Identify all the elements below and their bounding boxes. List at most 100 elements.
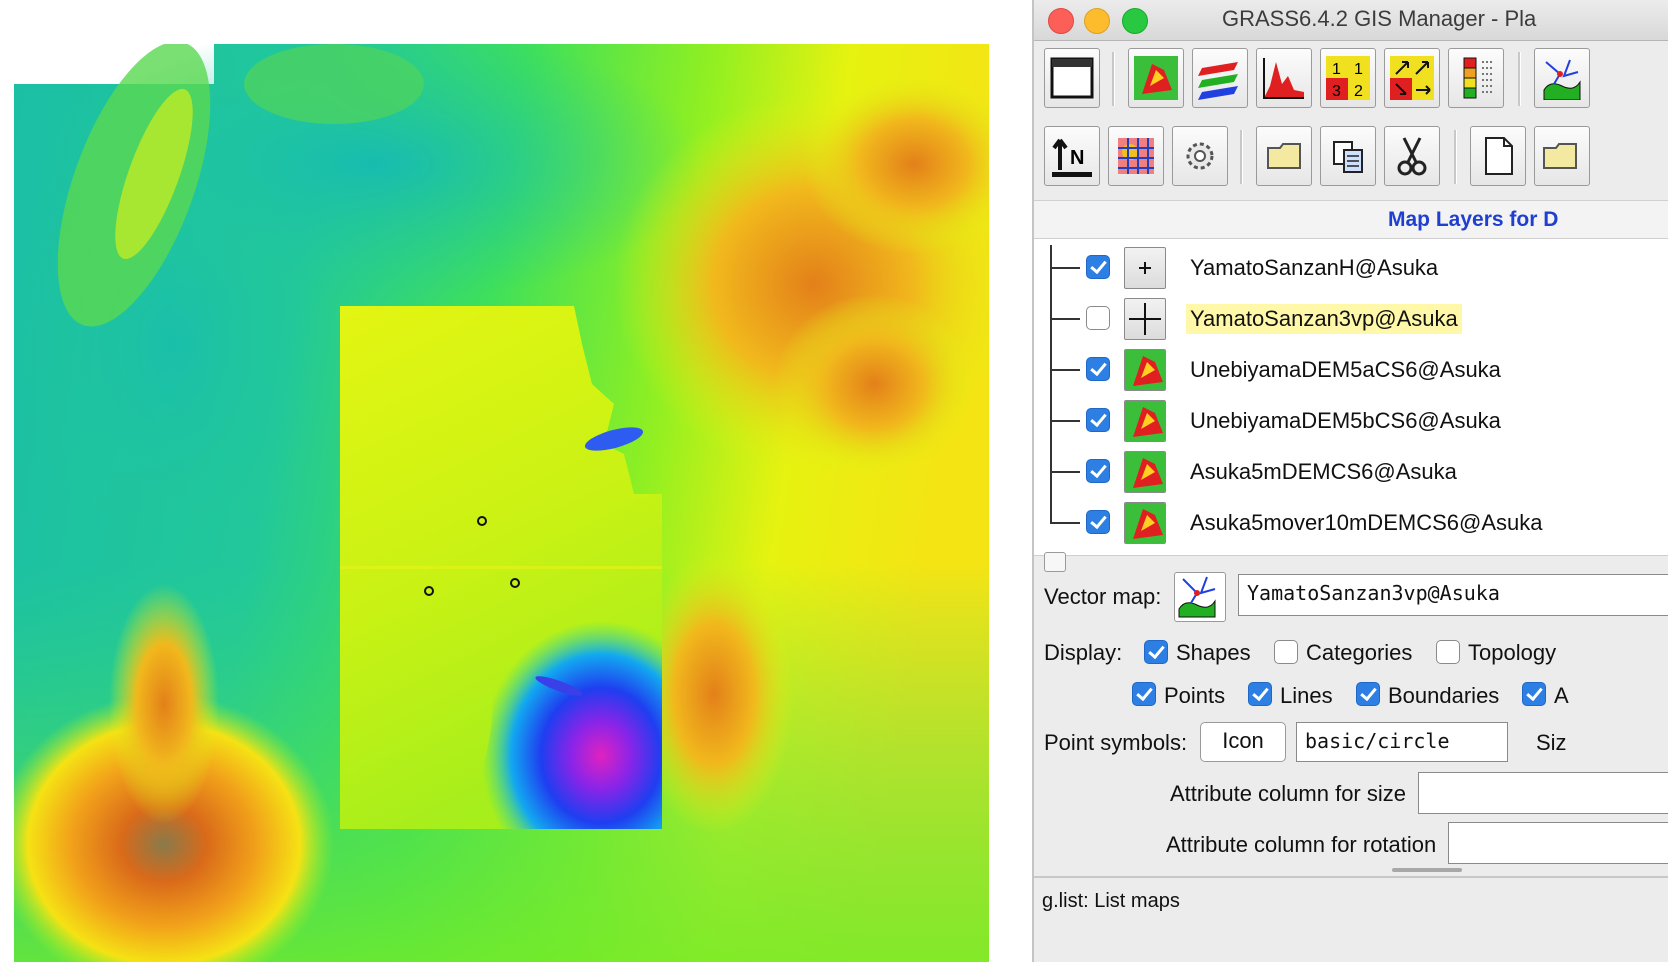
layer-visibility-checkbox[interactable]: [1086, 255, 1110, 279]
vector-cross-icon: [1124, 298, 1166, 340]
size-label: Siz: [1536, 730, 1567, 755]
lines-label: Lines: [1280, 683, 1333, 708]
icon-button[interactable]: Icon: [1200, 722, 1286, 762]
layer-visibility-checkbox[interactable]: [1086, 408, 1110, 432]
grid-icon: [1118, 138, 1154, 174]
legend-numbers-icon: 1 1 3 2: [1326, 56, 1370, 100]
open-folder-icon: [1267, 143, 1301, 169]
topology-checkbox[interactable]: [1436, 640, 1460, 664]
raster-layer-icon: [1124, 502, 1166, 544]
attr-rotation-label: Attribute column for rotation: [1166, 832, 1437, 857]
pane-resize-handle[interactable]: [1392, 868, 1462, 872]
layer-row[interactable]: Asuka5mDEMCS6@Asuka: [1034, 447, 1668, 497]
gear-icon: [1186, 142, 1214, 170]
points-label: Points: [1164, 683, 1226, 708]
settings-button[interactable]: [1172, 126, 1228, 186]
layer-visibility-checkbox[interactable]: [1086, 357, 1110, 381]
layer-name: Asuka5mover10mDEMCS6@Asuka: [1190, 510, 1543, 535]
status-text: g.list: List maps: [1042, 890, 1180, 912]
close-window-button[interactable]: [1048, 8, 1074, 34]
add-vector-button[interactable]: [1534, 48, 1590, 108]
vector-properties-panel: Vector map: YamatoSanzan3vp@Asuka Displa…: [1034, 566, 1668, 876]
svg-text:1: 1: [1354, 61, 1363, 78]
minimize-window-button[interactable]: [1084, 8, 1110, 34]
topology-label: Topology: [1468, 640, 1557, 665]
add-raster-layers-button[interactable]: [1192, 48, 1248, 108]
layer-name: Asuka5mDEMCS6@Asuka: [1190, 459, 1457, 484]
legend-bar-icon: [1463, 57, 1492, 99]
title-bar[interactable]: GRASS6.4.2 GIS Manager - Pla: [1034, 0, 1668, 41]
add-raster-layers-icon: [1198, 62, 1238, 100]
legend-bar-button[interactable]: [1448, 48, 1504, 108]
add-vector-icon: [1543, 59, 1581, 100]
layer-name: UnebiyamaDEM5aCS6@Asuka: [1190, 357, 1501, 382]
toolbar-bottom: N: [1034, 120, 1668, 198]
points-checkbox[interactable]: [1132, 682, 1156, 706]
attr-size-label: Attribute column for size: [1170, 781, 1406, 806]
new-display-icon: [1050, 57, 1094, 99]
svg-text:2: 2: [1354, 83, 1363, 100]
layer-row[interactable]: UnebiyamaDEM5bCS6@Asuka: [1034, 396, 1668, 446]
layer-row[interactable]: YamatoSanzanH@Asuka: [1034, 243, 1668, 293]
layer-row[interactable]: UnebiyamaDEM5aCS6@Asuka: [1034, 345, 1668, 395]
point-symbol-input[interactable]: basic/circle: [1296, 722, 1508, 762]
shapes-label: Shapes: [1176, 640, 1251, 665]
boundaries-label: Boundaries: [1388, 683, 1500, 708]
categories-checkbox[interactable]: [1274, 640, 1298, 664]
vector-map-input[interactable]: YamatoSanzan3vp@Asuka: [1238, 574, 1668, 616]
lines-checkbox[interactable]: [1248, 682, 1272, 706]
layer-name-selected: YamatoSanzan3vp@Asuka: [1186, 304, 1462, 334]
layer-tree[interactable]: YamatoSanzanH@Asuka YamatoSanzan3vp@Asuk…: [1034, 238, 1668, 556]
zoom-window-button[interactable]: [1122, 8, 1148, 34]
raster-layer-icon: [1124, 349, 1166, 391]
cut-button[interactable]: [1384, 126, 1440, 186]
histogram-icon: [1263, 58, 1304, 99]
select-vector-button[interactable]: [1174, 572, 1226, 622]
vector-plus-icon: [1124, 247, 1166, 289]
copy-icon: [1333, 141, 1363, 173]
layer-visibility-checkbox[interactable]: [1086, 510, 1110, 534]
rgb-overlay-button[interactable]: [1384, 48, 1440, 108]
layer-visibility-checkbox[interactable]: [1086, 306, 1110, 330]
areas-checkbox[interactable]: [1522, 682, 1546, 706]
add-vector-icon: [1178, 576, 1216, 618]
map-layers-header: Map Layers for D: [1034, 200, 1668, 239]
grid-button[interactable]: [1108, 126, 1164, 186]
layer-row[interactable]: Asuka5mover10mDEMCS6@Asuka: [1034, 498, 1668, 548]
raster-layer-icon: [1124, 400, 1166, 442]
layer-name: UnebiyamaDEM5bCS6@Asuka: [1190, 408, 1501, 433]
areas-label: A: [1554, 683, 1569, 708]
copy-button[interactable]: [1320, 126, 1376, 186]
cut-icon: [1397, 137, 1427, 176]
open-file-icon: [1543, 143, 1577, 169]
toolbar-top: 1 1 3 2: [1034, 42, 1668, 120]
attr-rotation-input[interactable]: [1448, 822, 1668, 864]
point-symbols-label: Point symbols:: [1044, 730, 1188, 755]
shapes-checkbox[interactable]: [1144, 640, 1168, 664]
categories-label: Categories: [1306, 640, 1413, 665]
north-arrow-button[interactable]: N: [1044, 126, 1100, 186]
raster-layer-icon: [1124, 451, 1166, 493]
layer-row[interactable]: YamatoSanzan3vp@Asuka: [1034, 294, 1668, 344]
legend-numbers-button[interactable]: 1 1 3 2: [1320, 48, 1376, 108]
new-file-button[interactable]: [1470, 126, 1526, 186]
open-folder-button[interactable]: [1256, 126, 1312, 186]
window-title: GRASS6.4.2 GIS Manager - Pla: [1222, 6, 1537, 31]
layer-visibility-checkbox[interactable]: [1086, 459, 1110, 483]
svg-text:3: 3: [1332, 83, 1341, 100]
vector-map-label: Vector map:: [1044, 584, 1162, 609]
svg-text:N: N: [1070, 147, 1084, 169]
new-display-button[interactable]: [1044, 48, 1100, 108]
rgb-overlay-icon: [1390, 56, 1434, 100]
map-layers-title: Map Layers for D: [1388, 208, 1559, 231]
boundaries-checkbox[interactable]: [1356, 682, 1380, 706]
histogram-button[interactable]: [1256, 48, 1312, 108]
gis-manager-window: GRASS6.4.2 GIS Manager - Pla 1 1 3 2 N M…: [1032, 0, 1668, 962]
open-file-button[interactable]: [1534, 126, 1590, 186]
north-arrow-icon: N: [1052, 138, 1092, 177]
add-raster-icon: [1134, 56, 1178, 100]
map-display-canvas[interactable]: [14, 44, 989, 962]
elevation-map: [14, 44, 989, 962]
add-raster-button[interactable]: [1128, 48, 1184, 108]
attr-size-input[interactable]: [1418, 772, 1668, 814]
